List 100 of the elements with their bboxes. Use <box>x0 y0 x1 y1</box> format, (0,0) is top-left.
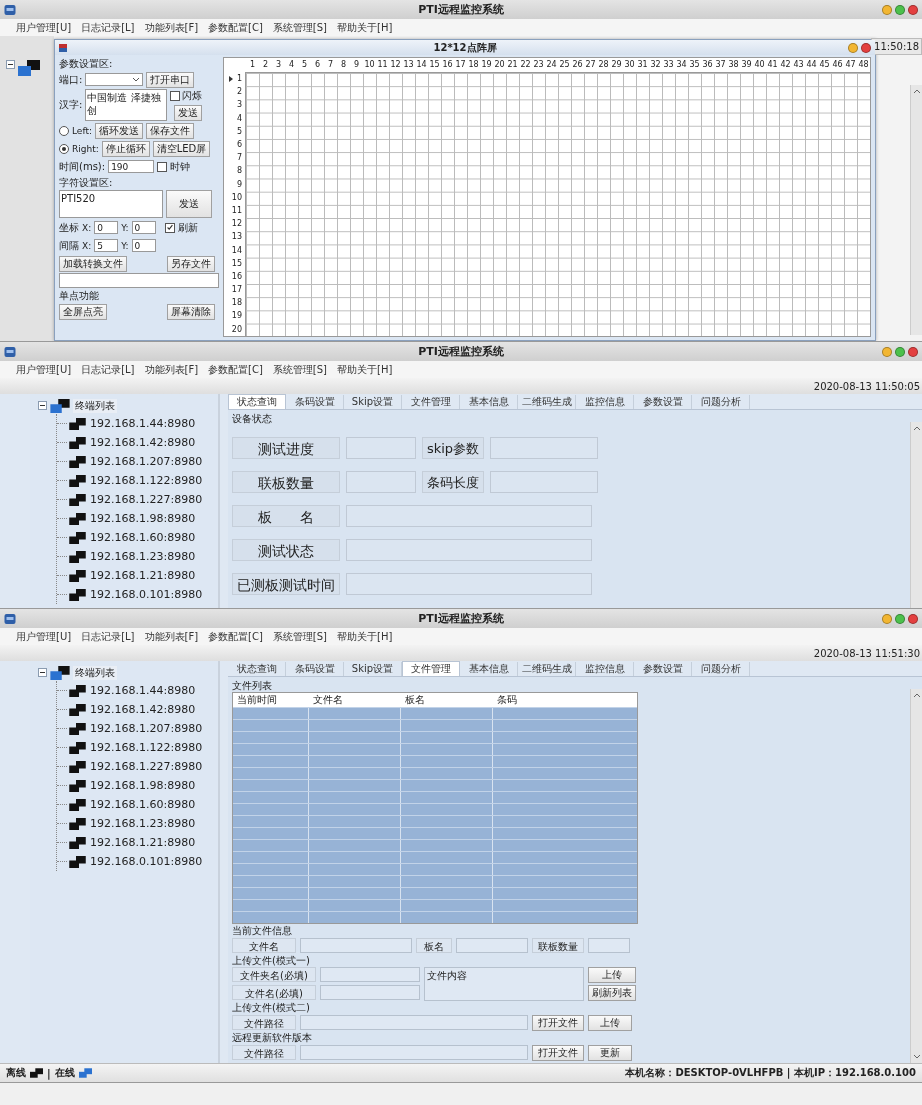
close-button[interactable] <box>861 42 871 53</box>
menu-item[interactable]: 参数配置[C] <box>208 362 263 377</box>
checkbox[interactable] <box>164 222 175 233</box>
tree-item[interactable]: 192.168.1.42:8980 <box>57 700 218 719</box>
open-file-button[interactable]: 打开文件 <box>532 1044 584 1061</box>
computer-icon <box>69 588 86 601</box>
menu-item[interactable]: 用户管理[U] <box>16 362 72 377</box>
menu-item[interactable]: 参数配置[C] <box>208 20 263 35</box>
tree-item[interactable]: 192.168.1.44:8980 <box>57 681 218 700</box>
tree-item[interactable]: 192.168.1.98:8980 <box>57 776 218 795</box>
menu-item[interactable]: 功能列表[F] <box>144 20 199 35</box>
send-button[interactable]: 发送 <box>166 190 212 218</box>
input-field[interactable]: 0 <box>94 221 119 234</box>
update-button[interactable]: 更新 <box>588 1044 632 1061</box>
collapse-icon[interactable] <box>6 60 15 69</box>
open-port-button[interactable]: 打开串口 <box>146 71 195 88</box>
port-dropdown[interactable] <box>85 73 144 86</box>
menu-item[interactable]: 日志记录[L] <box>81 629 135 644</box>
minimize-button[interactable] <box>882 346 892 357</box>
file-content-area[interactable]: 文件内容 <box>424 967 584 1001</box>
input-field[interactable]: 190 <box>108 160 155 173</box>
tree-item[interactable]: 192.168.1.227:8980 <box>57 490 218 509</box>
send-button[interactable]: 发送 <box>174 105 203 121</box>
tree-item[interactable]: 192.168.1.227:8980 <box>57 757 218 776</box>
tree-item[interactable]: 192.168.1.23:8980 <box>57 547 218 566</box>
input-field[interactable] <box>300 1045 528 1060</box>
scrollbar[interactable] <box>910 689 922 1063</box>
tree-item[interactable]: 192.168.1.42:8980 <box>57 433 218 452</box>
action-button[interactable]: 屏幕清除 <box>167 303 215 320</box>
tab[interactable]: 状态查询 <box>228 394 286 409</box>
input-field[interactable]: 5 <box>94 239 119 252</box>
input-field[interactable] <box>320 967 420 982</box>
file-button[interactable]: 另存文件 <box>167 255 215 272</box>
checkbox[interactable] <box>170 91 181 101</box>
file-button[interactable]: 加载转换文件 <box>59 255 127 272</box>
input-field[interactable] <box>59 273 219 288</box>
maximize-button[interactable] <box>895 4 905 15</box>
input-field[interactable]: 0 <box>131 239 156 252</box>
upload-button[interactable]: 上传 <box>588 967 636 983</box>
action-button[interactable]: 全屏点亮 <box>59 303 107 320</box>
tree-item[interactable]: 192.168.1.122:8980 <box>57 738 218 757</box>
section-heading: 参数设置区: <box>59 57 114 70</box>
tree-item[interactable]: 192.168.1.98:8980 <box>57 509 218 528</box>
radio-button[interactable] <box>59 125 69 136</box>
menu-item[interactable]: 系统管理[S] <box>272 362 327 377</box>
radio-button[interactable] <box>59 143 69 154</box>
refresh-list-button[interactable]: 刷新列表 <box>588 985 636 1001</box>
input-field[interactable]: 0 <box>131 221 156 234</box>
menu-item[interactable]: 功能列表[F] <box>144 362 199 377</box>
menu-item[interactable]: 帮助关于[H] <box>337 362 393 377</box>
action-button[interactable]: 保存文件 <box>145 122 194 139</box>
menu-item[interactable]: 系统管理[S] <box>272 629 327 644</box>
open-file-button[interactable]: 打开文件 <box>532 1014 584 1031</box>
menu-item[interactable]: 用户管理[U] <box>16 20 72 35</box>
minimize-button[interactable] <box>882 4 892 15</box>
tree-item[interactable]: 192.168.0.101:8980 <box>57 852 218 871</box>
maximize-button[interactable] <box>895 346 905 357</box>
close-button[interactable] <box>908 346 918 357</box>
tree-item[interactable]: 192.168.1.60:8980 <box>57 795 218 814</box>
minimize-button[interactable] <box>848 42 858 53</box>
tree-item[interactable]: 192.168.1.23:8980 <box>57 814 218 833</box>
menu-item[interactable]: 用户管理[U] <box>16 629 72 644</box>
close-button[interactable] <box>908 4 918 15</box>
upload-button[interactable]: 上传 <box>588 1014 632 1031</box>
input-field[interactable] <box>300 1015 528 1030</box>
tree-item[interactable]: 192.168.1.44:8980 <box>57 414 218 433</box>
tree-root-item[interactable]: 终端列表 <box>73 398 117 413</box>
action-button[interactable]: 清空LED屏 <box>152 140 211 157</box>
app-icon <box>4 3 16 16</box>
checkbox[interactable] <box>157 161 168 172</box>
collapse-icon[interactable] <box>38 668 47 677</box>
action-button[interactable]: 循环发送 <box>94 122 143 139</box>
maximize-button[interactable] <box>895 613 905 624</box>
menu-item[interactable]: 系统管理[S] <box>272 20 327 35</box>
tree-item[interactable]: 192.168.1.207:8980 <box>57 719 218 738</box>
menu-item[interactable]: 帮助关于[H] <box>337 629 393 644</box>
menu-item[interactable]: 参数配置[C] <box>208 629 263 644</box>
tree-root-item[interactable]: 终端列表 <box>73 665 117 680</box>
action-button[interactable]: 停止循环 <box>101 140 150 157</box>
tree-item[interactable]: 192.168.1.122:8980 <box>57 471 218 490</box>
tree-item[interactable]: 192.168.0.101:8980 <box>57 585 218 604</box>
menu-item[interactable]: 日志记录[L] <box>81 20 135 35</box>
tree-item[interactable]: 192.168.1.207:8980 <box>57 452 218 471</box>
collapse-icon[interactable] <box>38 401 47 410</box>
close-button[interactable] <box>908 613 918 624</box>
tree-item[interactable]: 192.168.1.21:8980 <box>57 566 218 585</box>
input-field[interactable] <box>320 985 420 1000</box>
field-label: 测试状态 <box>232 539 340 561</box>
tree-item[interactable]: 192.168.1.60:8980 <box>57 528 218 547</box>
scrollbar[interactable] <box>910 422 922 608</box>
tree-item[interactable]: 192.168.1.21:8980 <box>57 833 218 852</box>
scrollbar[interactable] <box>910 85 922 335</box>
computer-icon <box>50 665 70 680</box>
tab[interactable]: 文件管理 <box>402 661 460 676</box>
menu-item[interactable]: 帮助关于[H] <box>337 20 393 35</box>
menu-item[interactable]: 功能列表[F] <box>144 629 199 644</box>
text-area[interactable]: 中国制造 泽捷独创 <box>85 89 168 121</box>
text-area[interactable]: PTI520 <box>59 190 163 218</box>
menu-item[interactable]: 日志记录[L] <box>81 362 135 377</box>
minimize-button[interactable] <box>882 613 892 624</box>
